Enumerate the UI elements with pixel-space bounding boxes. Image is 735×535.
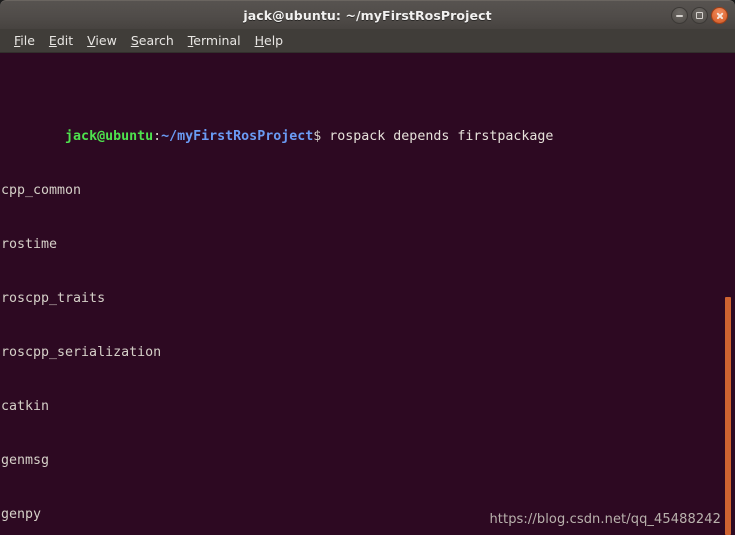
output-line: cpp_common bbox=[1, 183, 82, 198]
output-line: rostime bbox=[1, 237, 58, 252]
menu-item-view[interactable]: View bbox=[80, 31, 124, 50]
menubar: File Edit View Search Terminal Help bbox=[0, 29, 735, 53]
menu-item-terminal[interactable]: Terminal bbox=[181, 31, 248, 50]
terminal-scrollbar[interactable] bbox=[723, 53, 735, 535]
menu-item-file[interactable]: File bbox=[7, 31, 42, 50]
menu-mnemonic: H bbox=[254, 33, 265, 48]
close-button[interactable] bbox=[711, 7, 728, 24]
terminal-screen: jack@ubuntu:~/myFirstRosProject$ rospack… bbox=[0, 53, 553, 535]
minimize-icon bbox=[676, 14, 683, 17]
menu-label-rest: erminal bbox=[193, 33, 241, 48]
output-line: catkin bbox=[1, 399, 50, 414]
close-icon bbox=[716, 12, 724, 20]
terminal-window: jack@ubuntu: ~/myFirstRosProject File Ed… bbox=[0, 0, 735, 535]
terminal-command: rospack depends firstpackage bbox=[321, 129, 554, 144]
window-controls bbox=[671, 1, 728, 30]
window-title: jack@ubuntu: ~/myFirstRosProject bbox=[243, 7, 492, 23]
prompt-user-host: jack@ubuntu bbox=[65, 129, 154, 144]
terminal-command-line: jack@ubuntu:~/myFirstRosProject$ rospack… bbox=[1, 110, 553, 144]
terminal-body[interactable]: jack@ubuntu:~/myFirstRosProject$ rospack… bbox=[0, 53, 735, 535]
output-line: genpy bbox=[1, 507, 42, 522]
menu-label-rest: iew bbox=[95, 33, 117, 48]
prompt-path: ~/myFirstRosProject bbox=[161, 129, 314, 144]
output-line: roscpp_serialization bbox=[1, 345, 162, 360]
menu-item-search[interactable]: Search bbox=[124, 31, 181, 50]
menu-mnemonic: S bbox=[130, 33, 139, 48]
menu-label-rest: elp bbox=[264, 33, 284, 48]
menu-mnemonic: E bbox=[48, 33, 57, 48]
output-line: genmsg bbox=[1, 453, 50, 468]
minimize-button[interactable] bbox=[671, 7, 688, 24]
window-titlebar[interactable]: jack@ubuntu: ~/myFirstRosProject bbox=[0, 0, 735, 29]
maximize-button[interactable] bbox=[691, 7, 708, 24]
prompt-separator: : bbox=[153, 129, 162, 144]
menu-label-rest: dit bbox=[56, 33, 74, 48]
menu-item-help[interactable]: Help bbox=[248, 31, 291, 50]
scrollbar-thumb[interactable] bbox=[725, 297, 731, 535]
output-line: roscpp_traits bbox=[1, 291, 106, 306]
menu-label-rest: earch bbox=[138, 33, 174, 48]
menu-item-edit[interactable]: Edit bbox=[42, 31, 80, 50]
menu-label-rest: ile bbox=[20, 33, 35, 48]
maximize-icon bbox=[696, 12, 703, 19]
